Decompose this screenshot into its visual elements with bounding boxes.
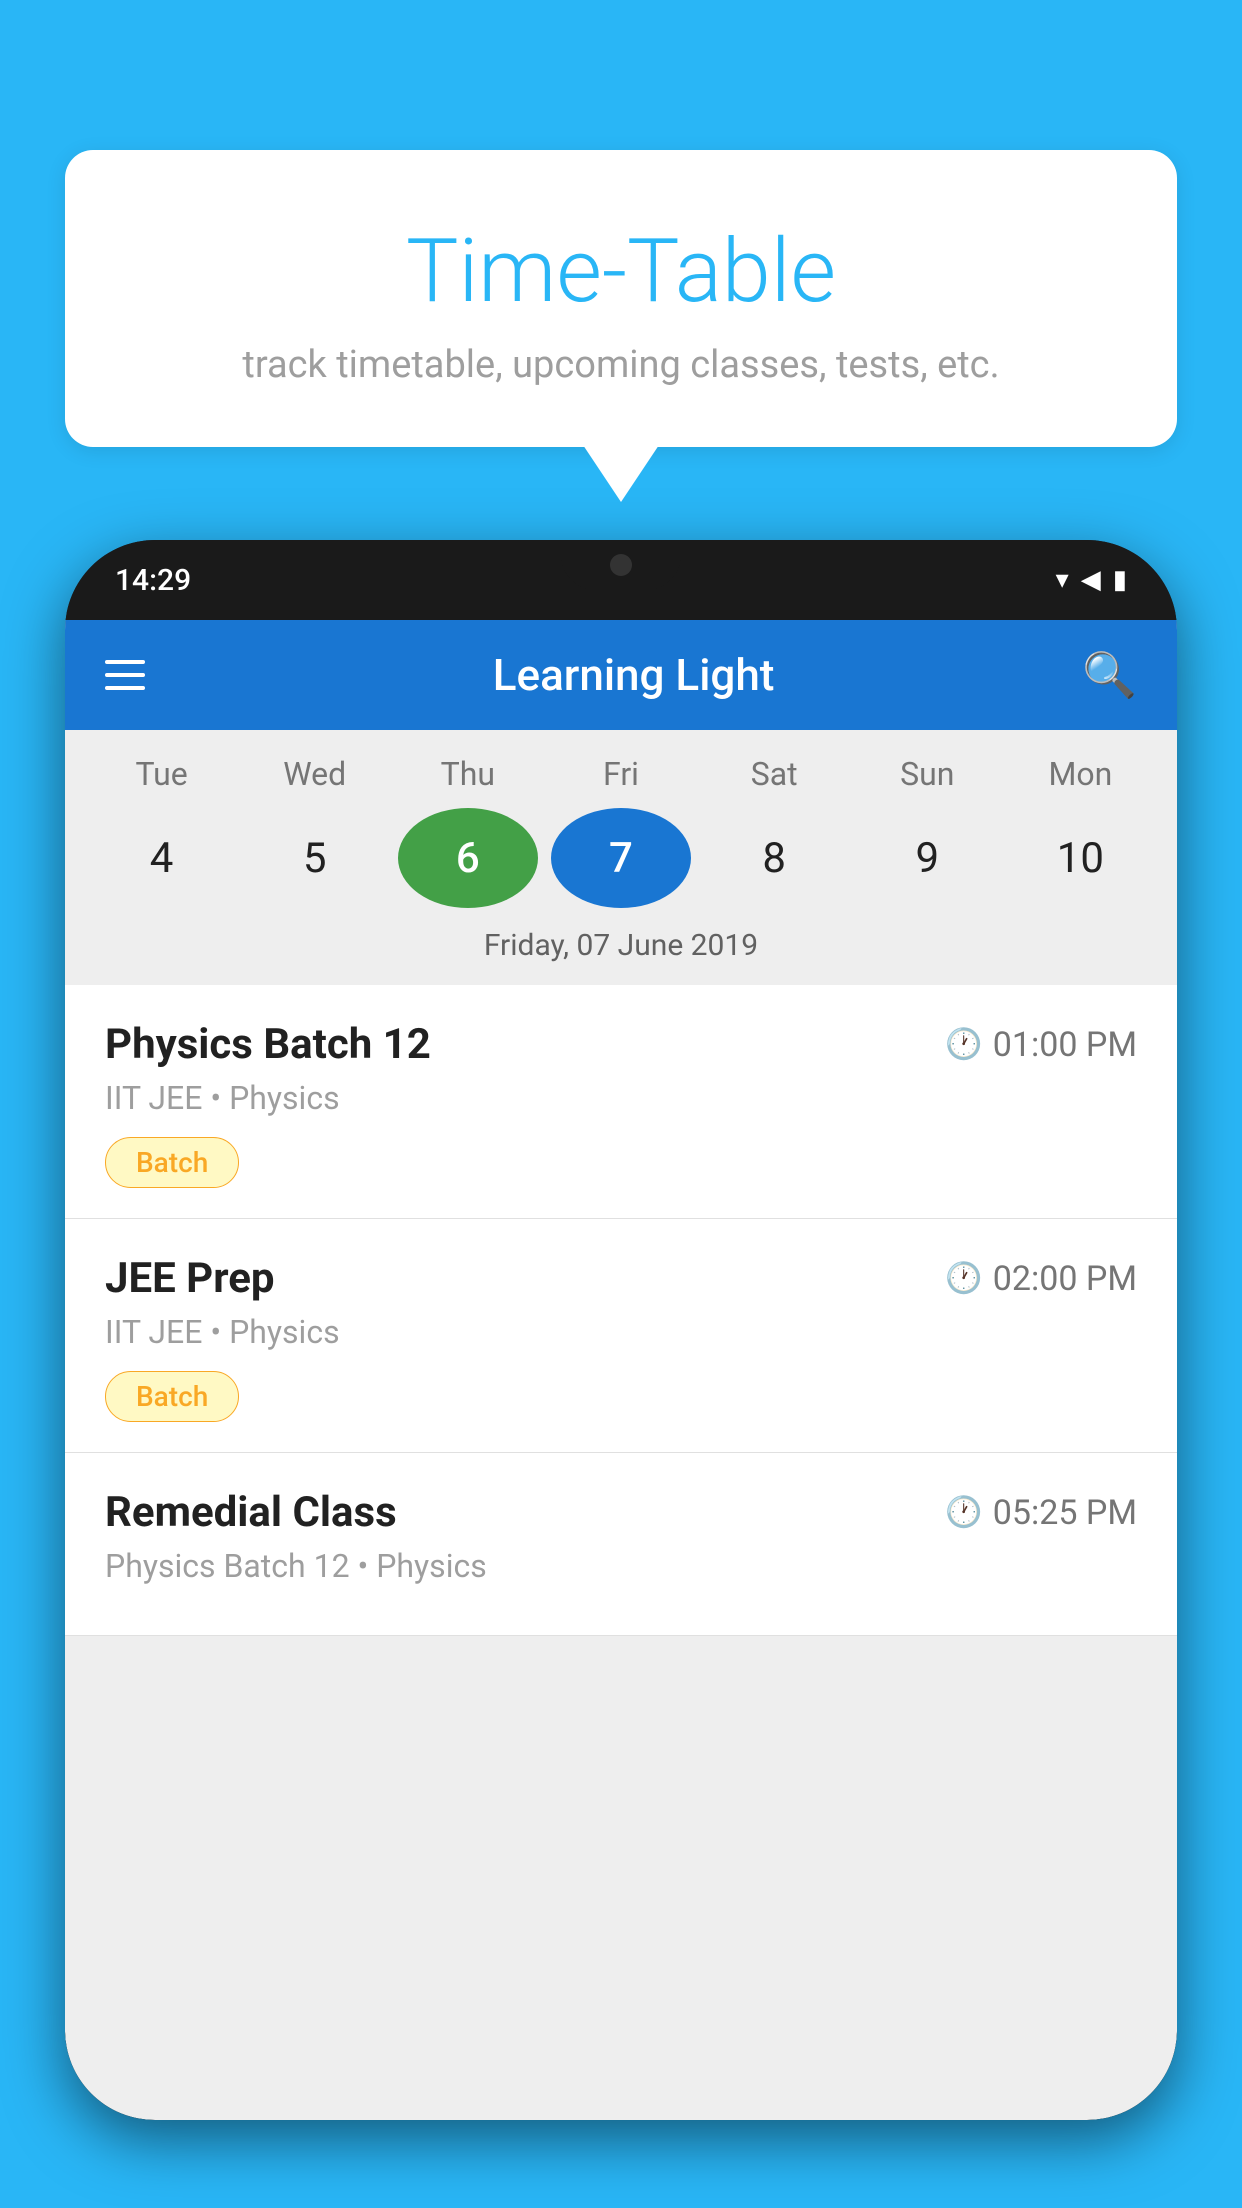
calendar-section: Tue Wed Thu Fri Sat Sun Mon 4 5 6 7 8 9 … (65, 730, 1177, 983)
date-6-today[interactable]: 6 (398, 808, 538, 908)
schedule-subtitle-3: Physics Batch 12 • Physics (105, 1547, 1137, 1585)
schedule-subtitle-1: IIT JEE • Physics (105, 1079, 1137, 1117)
date-7-selected[interactable]: 7 (551, 808, 691, 908)
bubble-subtitle: track timetable, upcoming classes, tests… (125, 343, 1117, 387)
phone-frame: 14:29 ▾ ◀ ▮ Learning Light 🔍 (65, 540, 1177, 2120)
date-9[interactable]: 9 (857, 808, 997, 908)
wifi-icon: ▾ (1056, 565, 1069, 595)
weekday-tue: Tue (92, 755, 232, 793)
bubble-title: Time-Table (125, 220, 1117, 323)
schedule-item-3[interactable]: Remedial Class 🕐 05:25 PM Physics Batch … (65, 1453, 1177, 1636)
schedule-title-1: Physics Batch 12 (105, 1020, 431, 1069)
menu-icon[interactable] (105, 660, 145, 690)
weekday-wed: Wed (245, 755, 385, 793)
schedule-subtitle-2: IIT JEE • Physics (105, 1313, 1137, 1351)
phone-wrapper: 14:29 ▾ ◀ ▮ Learning Light 🔍 (65, 540, 1177, 2208)
time-value-3: 05:25 PM (993, 1493, 1137, 1533)
signal-icon: ◀ (1081, 565, 1101, 595)
notch (561, 540, 681, 590)
date-8[interactable]: 8 (704, 808, 844, 908)
schedule-item-1[interactable]: Physics Batch 12 🕐 01:00 PM IIT JEE • Ph… (65, 985, 1177, 1219)
clock-icon-3: 🕐 (945, 1495, 982, 1530)
schedule-time-3: 🕐 05:25 PM (945, 1493, 1137, 1533)
date-10[interactable]: 10 (1010, 808, 1150, 908)
search-icon[interactable]: 🔍 (1082, 649, 1137, 701)
schedule-item-3-header: Remedial Class 🕐 05:25 PM (105, 1488, 1137, 1537)
schedule-title-2: JEE Prep (105, 1254, 275, 1303)
weekday-fri: Fri (551, 755, 691, 793)
schedule-item-2-header: JEE Prep 🕐 02:00 PM (105, 1254, 1137, 1303)
speech-bubble-container: Time-Table track timetable, upcoming cla… (65, 150, 1177, 447)
status-bar: 14:29 ▾ ◀ ▮ (65, 540, 1177, 620)
status-icons: ▾ ◀ ▮ (1056, 565, 1127, 595)
app-header: Learning Light 🔍 (65, 620, 1177, 730)
weekday-sat: Sat (704, 755, 844, 793)
battery-icon: ▮ (1113, 565, 1127, 595)
schedule-item-1-header: Physics Batch 12 🕐 01:00 PM (105, 1020, 1137, 1069)
clock-icon-2: 🕐 (945, 1261, 982, 1296)
schedule-list: Physics Batch 12 🕐 01:00 PM IIT JEE • Ph… (65, 985, 1177, 1636)
date-5[interactable]: 5 (245, 808, 385, 908)
weekday-mon: Mon (1010, 755, 1150, 793)
weekday-sun: Sun (857, 755, 997, 793)
selected-date-label: Friday, 07 June 2019 (65, 928, 1177, 983)
schedule-title-3: Remedial Class (105, 1488, 397, 1537)
status-time: 14:29 (115, 563, 191, 598)
dates-row: 4 5 6 7 8 9 10 (65, 808, 1177, 908)
speech-bubble: Time-Table track timetable, upcoming cla… (65, 150, 1177, 447)
schedule-time-1: 🕐 01:00 PM (945, 1025, 1137, 1065)
app-title: Learning Light (185, 649, 1082, 701)
batch-badge-1: Batch (105, 1137, 239, 1188)
schedule-item-2[interactable]: JEE Prep 🕐 02:00 PM IIT JEE • Physics Ba… (65, 1219, 1177, 1453)
time-value-1: 01:00 PM (993, 1025, 1137, 1065)
schedule-time-2: 🕐 02:00 PM (945, 1259, 1137, 1299)
time-value-2: 02:00 PM (993, 1259, 1137, 1299)
batch-badge-2: Batch (105, 1371, 239, 1422)
phone-screen: Learning Light 🔍 Tue Wed Thu Fri Sat Sun… (65, 620, 1177, 2120)
weekday-thu: Thu (398, 755, 538, 793)
camera-dot (610, 554, 632, 576)
date-4[interactable]: 4 (92, 808, 232, 908)
weekdays-row: Tue Wed Thu Fri Sat Sun Mon (65, 755, 1177, 793)
clock-icon-1: 🕐 (945, 1027, 982, 1062)
